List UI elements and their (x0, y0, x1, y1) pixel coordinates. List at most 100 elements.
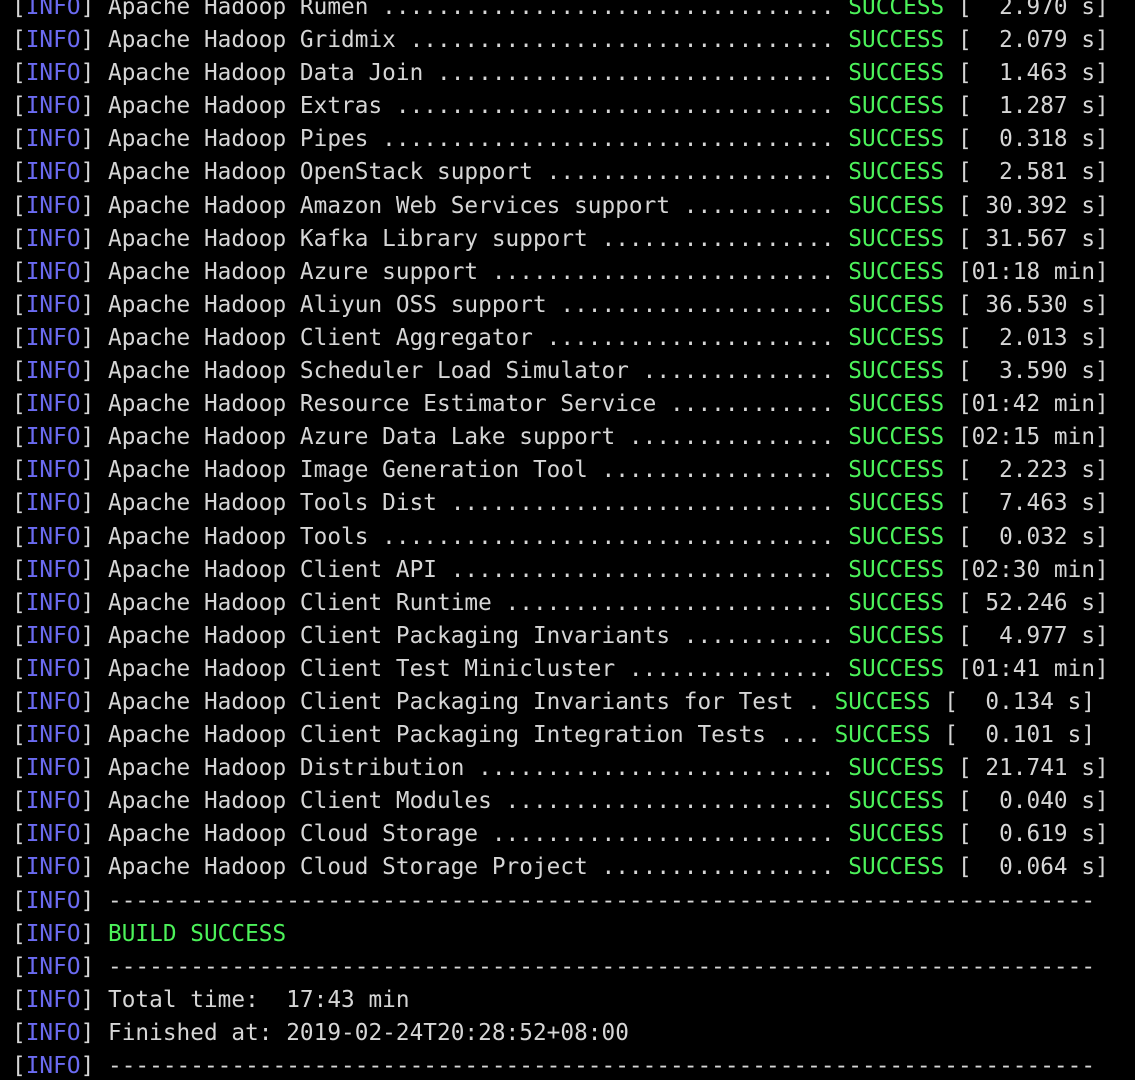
separator-line: ----------------------------------------… (107, 953, 1096, 980)
module-status: SUCCESS (848, 258, 945, 285)
terminal-output: [INFO] Apache Hadoop Rumen .............… (12, 0, 1109, 1080)
module-status: SUCCESS (848, 324, 945, 351)
log-bracket-open: [ (12, 523, 26, 550)
module-duration: [ 30.392 s] (957, 192, 1109, 219)
log-level-tag: INFO (25, 788, 81, 815)
log-level-tag: INFO (25, 722, 81, 749)
log-level-tag: INFO (25, 556, 81, 583)
module-name: Apache Hadoop Client Aggregator ........… (107, 324, 835, 351)
log-bracket-close: ] (80, 788, 108, 815)
log-level-tag: INFO (25, 821, 81, 848)
log-bracket-open: [ (12, 27, 26, 54)
module-status: SUCCESS (848, 27, 945, 54)
module-duration: [ 2.970 s] (957, 0, 1109, 20)
log-bracket-open: [ (12, 225, 26, 252)
log-level-tag: INFO (25, 324, 81, 351)
log-line: [INFO] Apache Hadoop Client Modules ....… (12, 785, 1109, 818)
module-status: SUCCESS (848, 126, 945, 153)
log-bracket-close: ] (80, 887, 108, 914)
log-bracket-close: ] (80, 1019, 108, 1046)
module-duration: [ 36.530 s] (957, 291, 1109, 318)
module-status: SUCCESS (848, 391, 945, 418)
module-status: SUCCESS (848, 291, 945, 318)
module-status: SUCCESS (848, 622, 945, 649)
log-level-tag: INFO (25, 755, 81, 782)
log-line: [INFO] Apache Hadoop Client API ........… (12, 554, 1109, 587)
log-bracket-close: ] (80, 0, 108, 20)
module-duration: [ 0.318 s] (957, 126, 1109, 153)
log-bracket-open: [ (12, 1019, 26, 1046)
log-bracket-open: [ (12, 920, 26, 947)
log-level-tag: INFO (25, 523, 81, 550)
log-bracket-open: [ (12, 788, 26, 815)
module-name: Apache Hadoop Image Generation Tool ....… (107, 457, 835, 484)
module-name: Apache Hadoop Amazon Web Services suppor… (107, 192, 835, 219)
module-name: Apache Hadoop Tools ....................… (107, 523, 835, 550)
module-duration: [ 0.619 s] (957, 821, 1109, 848)
module-name: Apache Hadoop Azure Data Lake support ..… (107, 424, 835, 451)
log-bracket-close: ] (80, 920, 108, 947)
log-bracket-close: ] (80, 457, 108, 484)
module-name: Apache Hadoop Rumen ....................… (107, 0, 835, 20)
log-level-tag: INFO (25, 688, 81, 715)
module-name: Apache Hadoop Client Runtime ...........… (107, 589, 835, 616)
log-line: [INFO] ---------------------------------… (12, 951, 1109, 984)
module-duration: [ 2.013 s] (957, 324, 1109, 351)
module-status: SUCCESS (848, 490, 945, 517)
log-bracket-close: ] (80, 523, 108, 550)
log-level-tag: INFO (25, 391, 81, 418)
log-bracket-close: ] (80, 986, 108, 1013)
log-line: [INFO] Apache Hadoop Client Aggregator .… (12, 322, 1109, 355)
log-level-tag: INFO (25, 887, 81, 914)
module-duration: [ 0.032 s] (957, 523, 1109, 550)
module-duration: [ 2.223 s] (957, 457, 1109, 484)
log-level-tag: INFO (25, 589, 81, 616)
module-status: SUCCESS (848, 192, 945, 219)
log-bracket-open: [ (12, 192, 26, 219)
log-level-tag: INFO (25, 0, 81, 20)
log-bracket-close: ] (80, 324, 108, 351)
log-bracket-open: [ (12, 126, 26, 153)
log-line: [INFO] Apache Hadoop Image Generation To… (12, 454, 1109, 487)
module-status: SUCCESS (848, 0, 945, 20)
terminal-window[interactable]: [INFO] Apache Hadoop Rumen .............… (0, 0, 1135, 1080)
module-status: SUCCESS (848, 821, 945, 848)
summary-text: Finished at: 2019-02-24T20:28:52+08:00 (107, 1019, 629, 1046)
log-level-tag: INFO (25, 60, 81, 87)
log-bracket-open: [ (12, 424, 26, 451)
log-line: [INFO] Apache Hadoop Aliyun OSS support … (12, 289, 1109, 322)
module-duration: [ 21.741 s] (957, 755, 1109, 782)
module-name: Apache Hadoop Client Packaging Integrati… (107, 722, 821, 749)
log-bracket-close: ] (80, 60, 108, 87)
module-duration: [ 31.567 s] (957, 225, 1109, 252)
log-bracket-close: ] (80, 291, 108, 318)
log-bracket-open: [ (12, 722, 26, 749)
log-bracket-open: [ (12, 358, 26, 385)
module-status: SUCCESS (848, 60, 945, 87)
log-line: [INFO] Apache Hadoop Client Packaging In… (12, 686, 1109, 719)
log-line: [INFO] BUILD SUCCESS (12, 918, 1109, 951)
log-bracket-close: ] (80, 655, 108, 682)
log-level-tag: INFO (25, 358, 81, 385)
log-line: [INFO] Apache Hadoop Azure support .....… (12, 256, 1109, 289)
log-bracket-close: ] (80, 159, 108, 186)
log-bracket-close: ] (80, 556, 108, 583)
log-level-tag: INFO (25, 920, 81, 947)
log-bracket-open: [ (12, 291, 26, 318)
module-name: Apache Hadoop Kafka Library support ....… (107, 225, 835, 252)
module-name: Apache Hadoop Client Modules ...........… (107, 788, 835, 815)
log-line: [INFO] Apache Hadoop Azure Data Lake sup… (12, 421, 1109, 454)
log-line: [INFO] Apache Hadoop Rumen .............… (12, 0, 1109, 24)
module-status: SUCCESS (848, 589, 945, 616)
module-status: SUCCESS (848, 788, 945, 815)
log-level-tag: INFO (25, 622, 81, 649)
module-name: Apache Hadoop Pipes ....................… (107, 126, 835, 153)
log-bracket-open: [ (12, 854, 26, 881)
module-name: Apache Hadoop Resource Estimator Service… (107, 391, 835, 418)
separator-line: ----------------------------------------… (107, 1053, 1096, 1079)
log-bracket-close: ] (80, 192, 108, 219)
log-line: [INFO] Apache Hadoop Extras ............… (12, 90, 1109, 123)
module-status: SUCCESS (848, 655, 945, 682)
log-bracket-open: [ (12, 821, 26, 848)
log-bracket-open: [ (12, 490, 26, 517)
